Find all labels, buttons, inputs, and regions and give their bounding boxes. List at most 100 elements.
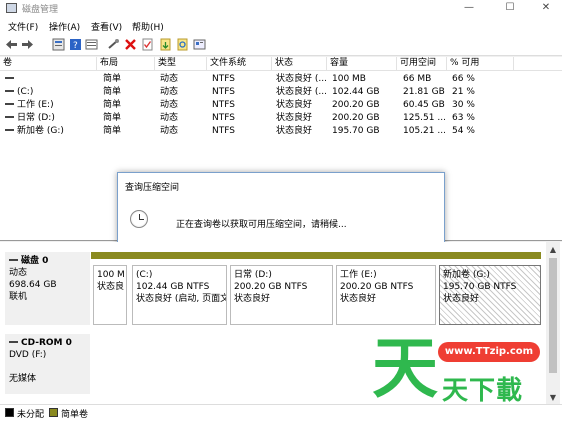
import-icon[interactable]	[159, 38, 172, 51]
toolbar: ?	[0, 34, 562, 56]
percent-free-cell: 63 %	[452, 113, 475, 123]
layout-cell: 简单	[103, 113, 122, 123]
volume-name-cell: 工作 (E:)	[3, 99, 97, 112]
volume-icon	[5, 115, 14, 118]
volume-icon	[5, 102, 14, 105]
forward-icon[interactable]	[21, 38, 34, 51]
view-icon[interactable]	[193, 38, 206, 51]
table-row[interactable]: 日常 (D:) 简单 动态 NTFS 状态良好 200.20 GB 125.51…	[0, 112, 562, 125]
dialog-title: 查询压缩空间	[125, 183, 180, 193]
column-header-layout[interactable]: 布局	[97, 57, 155, 71]
cdrom-icon	[9, 340, 18, 343]
close-button[interactable]: ✕	[533, 0, 559, 17]
column-header-capacity[interactable]: 容量	[327, 57, 397, 71]
percent-free-cell: 54 %	[452, 126, 475, 136]
column-header-percent-free[interactable]: % 可用	[447, 57, 514, 71]
legend-simple-volume: 简单卷	[61, 410, 89, 420]
delete-icon[interactable]	[124, 38, 137, 51]
free-space-cell: 66 MB	[403, 74, 432, 84]
rescan-icon[interactable]	[176, 38, 189, 51]
maximize-button[interactable]: ☐	[497, 0, 523, 17]
column-header-volume[interactable]: 卷	[0, 57, 97, 71]
check-icon[interactable]	[141, 38, 154, 51]
table-row[interactable]: 工作 (E:) 简单 动态 NTFS 状态良好 200.20 GB 60.45 …	[0, 99, 562, 112]
title-bar: 磁盘管理 — ☐ ✕	[0, 0, 562, 17]
watermark-text: 天下載	[442, 376, 524, 406]
back-icon[interactable]	[5, 38, 18, 51]
volume-name-cell	[3, 73, 97, 86]
volume-name-cell: 日常 (D:)	[3, 112, 97, 125]
disk-management-app-icon	[6, 3, 17, 13]
layout-cell: 简单	[103, 100, 122, 110]
partition-system-reserved[interactable]: 100 M 状态良	[93, 265, 127, 325]
menu-action[interactable]: 操作(A)	[49, 20, 80, 33]
table-row[interactable]: 新加卷 (G:) 简单 动态 NTFS 状态良好 195.70 GB 105.2…	[0, 125, 562, 138]
disk-0-strip	[91, 252, 541, 259]
status-cell: 状态良好 (...	[276, 74, 327, 84]
column-header-filesystem[interactable]: 文件系统	[207, 57, 272, 71]
partition-d[interactable]: 日常 (D:) 200.20 GB NTFS 状态良好	[230, 265, 333, 325]
properties-icon[interactable]	[52, 38, 65, 51]
table-header: 卷 布局 类型 文件系统 状态 容量 可用空间 % 可用	[0, 57, 562, 71]
table-row[interactable]: 简单 动态 NTFS 状态良好 (... 100 MB 66 MB 66 %	[0, 73, 562, 86]
layout-cell: 简单	[103, 126, 122, 136]
volume-name-cell: (C:)	[3, 86, 97, 99]
volume-icon	[5, 89, 14, 92]
filesystem-cell: NTFS	[212, 100, 235, 110]
status-cell: 状态良好 (...	[276, 87, 327, 97]
layout-cell: 简单	[103, 74, 122, 84]
cdrom-media: 无媒体	[9, 374, 37, 384]
column-header-type[interactable]: 类型	[155, 57, 207, 71]
status-cell: 状态良好	[276, 113, 313, 123]
free-space-cell: 21.81 GB	[403, 87, 445, 97]
partition-e[interactable]: 工作 (E:) 200.20 GB NTFS 状态良好	[336, 265, 436, 325]
connect-icon[interactable]	[107, 38, 120, 51]
disk-icon	[9, 258, 18, 261]
disk-size: 698.64 GB	[9, 280, 57, 290]
filesystem-cell: NTFS	[212, 113, 235, 123]
status-cell: 状态良好	[276, 126, 313, 136]
type-cell: 动态	[160, 100, 179, 110]
type-cell: 动态	[160, 74, 179, 84]
cdrom-0-label[interactable]: CD-ROM 0 DVD (F:) 无媒体	[5, 334, 90, 394]
partition-g-selected[interactable]: 新加卷 (G:) 195.70 GB NTFS 状态良好	[439, 265, 541, 325]
capacity-cell: 195.70 GB	[332, 126, 380, 136]
cdrom-drive: DVD (F:)	[9, 350, 47, 360]
filesystem-cell: NTFS	[212, 74, 235, 84]
capacity-cell: 200.20 GB	[332, 113, 380, 123]
minimize-button[interactable]: —	[456, 0, 482, 17]
menu-view[interactable]: 查看(V)	[91, 20, 122, 33]
dialog-message: 正在查询卷以获取可用压缩空间，请稍候...	[176, 220, 347, 230]
help-icon[interactable]: ?	[69, 38, 82, 51]
column-header-free-space[interactable]: 可用空间	[397, 57, 447, 71]
volume-list-icon[interactable]	[85, 38, 98, 51]
type-cell: 动态	[160, 87, 179, 97]
filesystem-cell: NTFS	[212, 126, 235, 136]
volume-icon	[5, 128, 14, 131]
filesystem-cell: NTFS	[212, 87, 235, 97]
layout-cell: 简单	[103, 87, 122, 97]
type-cell: 动态	[160, 126, 179, 136]
table-row[interactable]: (C:) 简单 动态 NTFS 状态良好 (... 102.44 GB 21.8…	[0, 86, 562, 99]
menu-help[interactable]: 帮助(H)	[132, 20, 164, 33]
site-watermark-logo: 天 www.TTzip.com 天下載	[372, 334, 554, 412]
capacity-cell: 200.20 GB	[332, 100, 380, 110]
capacity-cell: 100 MB	[332, 74, 366, 84]
partition-c[interactable]: (C:) 102.44 GB NTFS 状态良好 (启动, 页面文	[132, 265, 227, 325]
free-space-cell: 60.45 GB	[403, 100, 445, 110]
scroll-up-arrow-icon[interactable]: ▲	[546, 244, 560, 256]
column-header-status[interactable]: 状态	[272, 57, 327, 71]
menu-file[interactable]: 文件(F)	[8, 20, 38, 33]
clock-icon	[130, 210, 148, 228]
menu-bar: 文件(F) 操作(A) 查看(V) 帮助(H)	[0, 17, 562, 34]
disk-0-label[interactable]: 磁盘 0 动态 698.64 GB 联机	[5, 252, 90, 325]
watermark-url: www.TTzip.com	[438, 342, 540, 362]
type-cell: 动态	[160, 113, 179, 123]
free-space-cell: 125.51 ...	[403, 113, 446, 123]
volume-icon	[5, 76, 14, 79]
watermark-big-char: 天	[372, 330, 438, 407]
capacity-cell: 102.44 GB	[332, 87, 380, 97]
percent-free-cell: 30 %	[452, 100, 475, 110]
disk-type: 动态	[9, 268, 28, 278]
status-cell: 状态良好	[276, 100, 313, 110]
